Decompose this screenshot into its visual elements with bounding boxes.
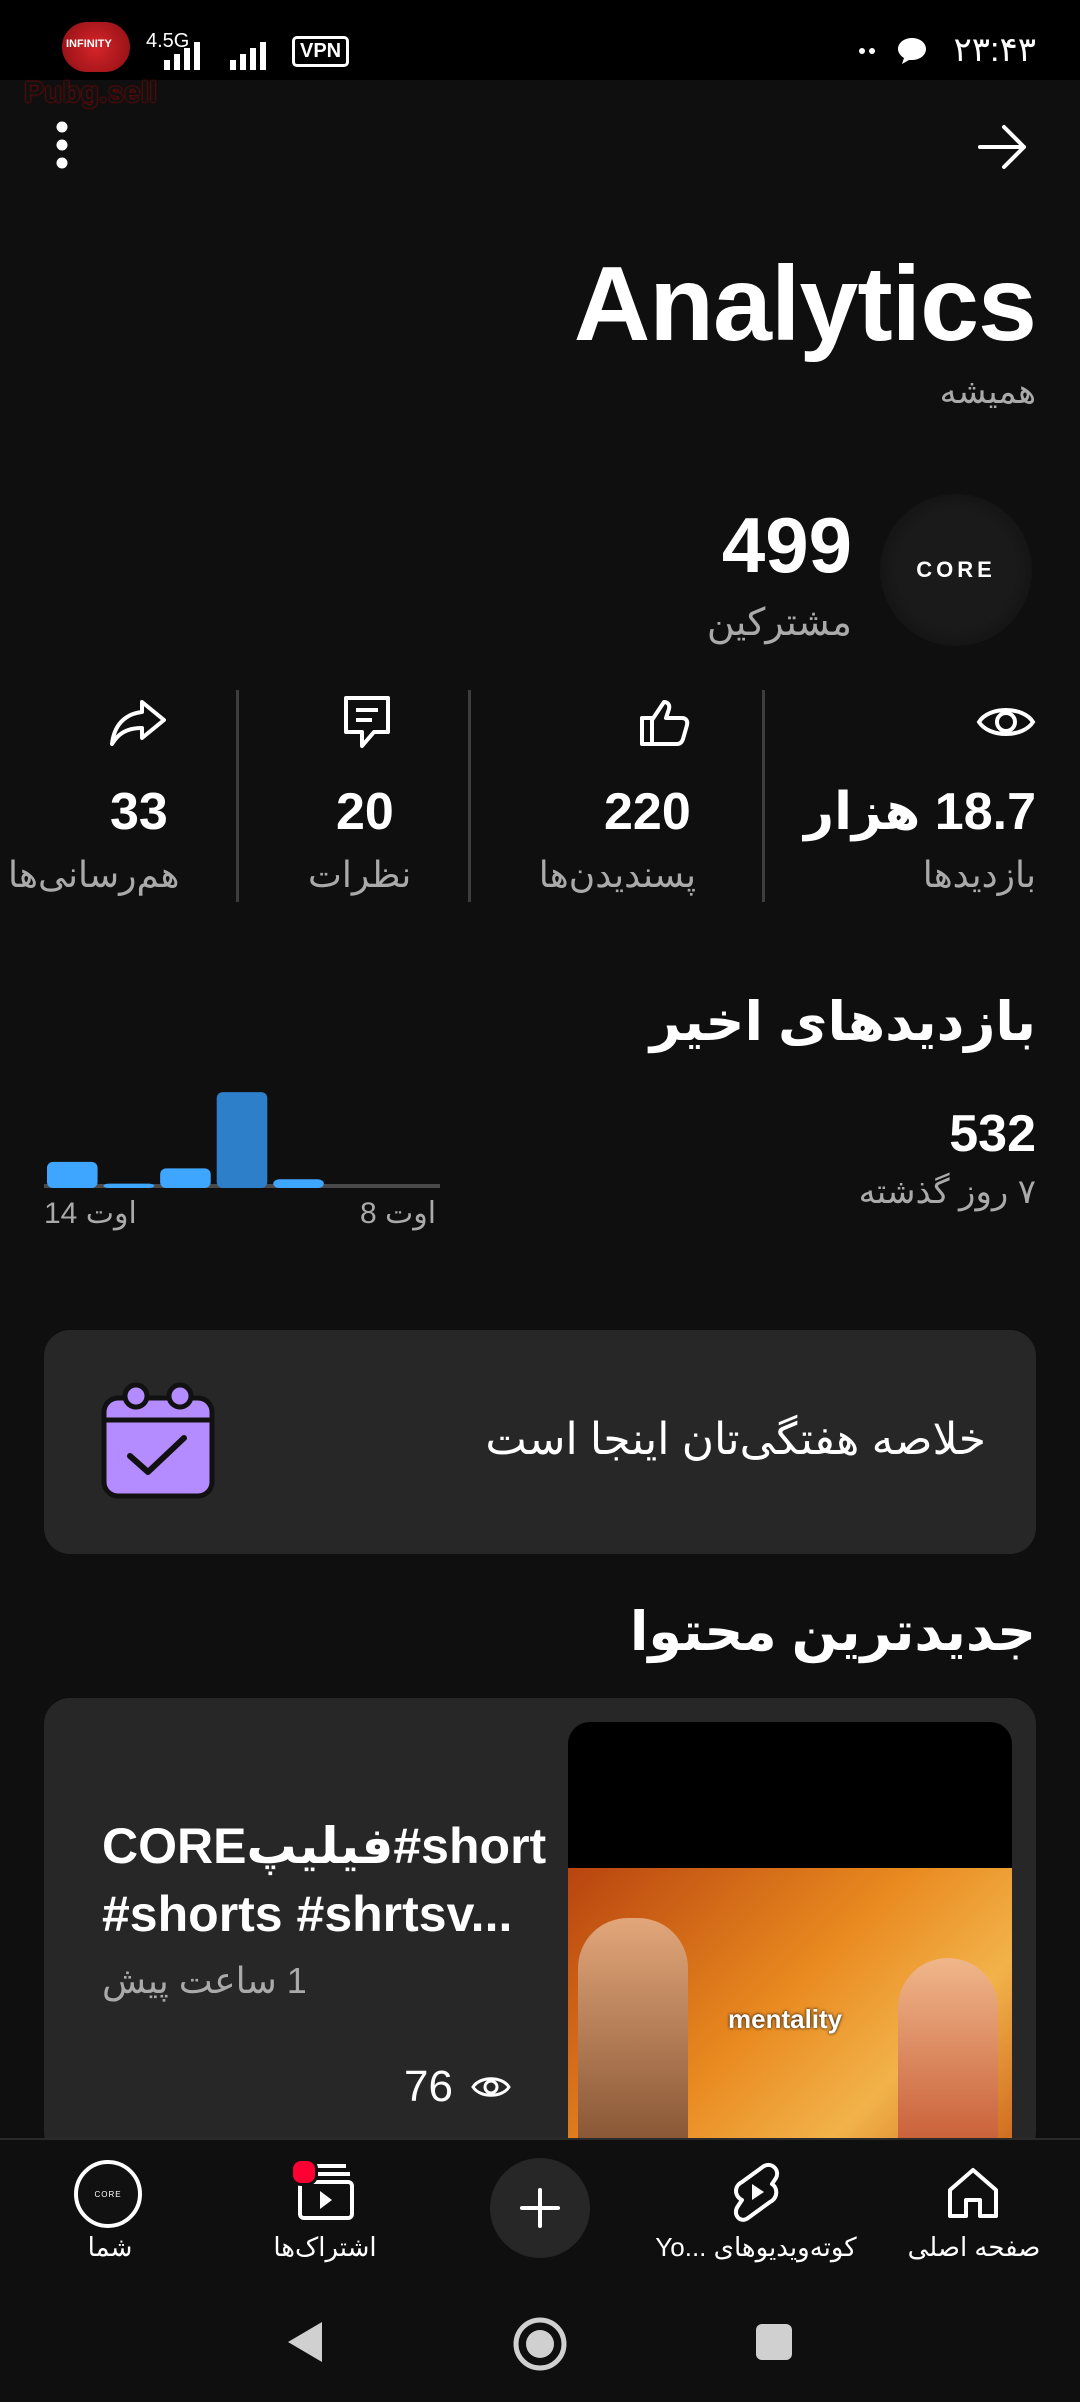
dots-icon [858,46,878,56]
shorts-icon [730,2162,782,2224]
subscribers-count: 499 [721,501,852,589]
nav-item-you[interactable]: CORE شما [40,2150,180,2270]
nav-item-subscriptions[interactable]: اشتراک‌ها [250,2150,400,2270]
recent-views-title: بازدیدهای اخیر [649,992,1036,1052]
avatar-text: CORE [916,557,996,582]
thumbnail-image: mentality [568,1868,1012,2158]
watermark-text: Pubg.sell [24,76,158,109]
profile-avatar-icon: CORE [74,2160,142,2228]
page-title: Analytics [573,245,1037,363]
thumbs-up-icon [636,694,692,750]
video-time-ago: 1 ساعت پیش [102,1960,307,2001]
back-arrow-icon[interactable] [974,118,1032,176]
views-bar-chart [44,1092,440,1188]
channel-avatar: CORE [880,494,1032,646]
create-plus-icon [518,2186,562,2230]
chart-bar-11-اوت [216,1092,268,1188]
chart-bar-14-اوت [47,1161,98,1188]
recent-views-count: 532 [949,1105,1036,1163]
avatar-text: CORE [94,2189,122,2199]
nav-item-shorts[interactable]: کوته‌ویدیوهای ...Yo [646,2150,866,2270]
status-bar: INFINITY Pubg.sell 4.5G VPN ۲۳:۴۳ [0,0,1080,109]
chart-x-label-end: 14 اوت [44,1197,137,1230]
video-views: 76 [404,2062,511,2112]
recent-views-period: ۷ روز گذشته [858,1173,1036,1211]
system-back-button[interactable] [282,2318,326,2366]
nav-label: کوته‌ویدیوهای ...Yo [655,2232,857,2262]
subscribers-label: مشترکین [706,602,852,644]
stat-shares[interactable]: 33 هم‌رسانی‌ها [0,690,232,910]
nav-item-home[interactable]: صفحه اصلی [884,2150,1064,2270]
latest-content-title: جدیدترین محتوا [629,1602,1036,1662]
recent-views-chart[interactable] [44,1080,440,1190]
nav-item-create[interactable] [490,2158,590,2258]
chart-bar-12-اوت [160,1168,211,1188]
nav-label: اشتراک‌ها [273,2232,377,2262]
vpn-badge: VPN [292,36,350,67]
stat-divider [236,690,239,902]
stat-value: 20 [336,783,394,841]
signal-icon [162,36,222,70]
thumbnail-character-left [578,1918,688,2158]
stat-value: 33 [110,783,168,841]
stat-views[interactable]: 18.7 هزار بازدیدها [770,690,1036,910]
chart-x-label-start: 8 اوت [360,1197,437,1230]
weekly-summary-card[interactable]: خلاصه هفتگی‌تان اینجا است [44,1330,1036,1554]
chart-bar-13-اوت [103,1183,155,1188]
stat-divider [468,690,471,902]
system-recents-button[interactable] [754,2322,794,2362]
chart-bar-10-اوت [273,1179,324,1188]
thumbnail-caption: mentality [728,2004,843,2034]
nav-label: شما [87,2232,133,2262]
calendar-check-icon [96,1380,220,1502]
notification-dot [290,2158,318,2186]
eye-icon [976,700,1036,744]
stat-likes[interactable]: 220 پسندیدن‌ها [480,690,742,910]
bottom-navigation: صفحه اصلی کوته‌ویدیوهای ...Yo اشتراک‌ها … [0,2138,1080,2402]
signal-icon-2 [228,36,278,70]
stat-divider [762,690,765,902]
message-bubble-icon [896,36,928,66]
period-label: همیشه [939,373,1036,411]
stat-label: هم‌رسانی‌ها [8,854,180,895]
share-icon [108,696,168,748]
system-home-button[interactable] [512,2316,568,2372]
stat-label: بازدیدها [922,854,1036,895]
stat-comments[interactable]: 20 نظرات [240,690,460,910]
clock: ۲۳:۴۳ [953,31,1037,69]
weekly-summary-text: خلاصه هفتگی‌تان اینجا است [485,1415,986,1464]
thumbnail-character-right [898,1958,998,2158]
comment-icon [342,694,392,750]
video-thumbnail[interactable]: mentality [568,1722,1012,2158]
nav-label: صفحه اصلی [907,2232,1041,2262]
video-views-count: 76 [404,2062,453,2111]
more-options-icon[interactable] [44,118,80,172]
stat-label: نظرات [308,854,412,895]
eye-icon [471,2072,511,2102]
stat-value: 220 [604,783,691,841]
home-icon [944,2164,1002,2222]
video-title: CORE‌فیلیپ#short #shorts #shrtsv... [102,1818,547,1942]
stat-label: پسندیدن‌ها [538,854,696,895]
latest-video-card[interactable]: mentality CORE‌فیلیپ#short #shorts #shrt… [44,1698,1036,2158]
watermark-logo: INFINITY [62,22,130,72]
stat-value: 18.7 هزار [804,783,1036,841]
